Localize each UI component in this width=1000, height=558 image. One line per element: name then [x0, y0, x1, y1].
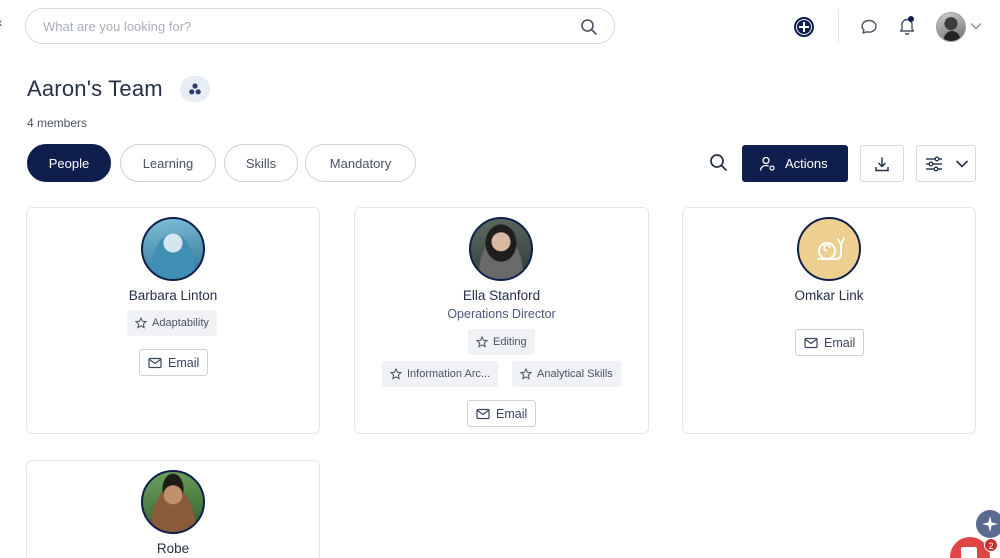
- avatar-placeholder: [797, 217, 861, 281]
- skill-chip: Analytical Skills: [512, 361, 621, 387]
- team-icon-badge: [180, 76, 210, 102]
- person-name: Omkar Link: [794, 288, 864, 303]
- chat-widget-icon: [961, 547, 977, 558]
- ai-assistant-button[interactable]: [976, 510, 1000, 538]
- snail-icon: [817, 237, 845, 260]
- global-search[interactable]: [25, 8, 615, 44]
- person-name: Robe: [156, 541, 190, 556]
- avatar: [141, 470, 205, 534]
- sliders-icon: [926, 156, 942, 172]
- edge-chevron-icon: ‹: [0, 14, 3, 30]
- download-button[interactable]: [860, 145, 904, 182]
- person-card[interactable]: Barbara Linton Adaptability Email: [26, 207, 320, 434]
- user-avatar[interactable]: [936, 12, 966, 42]
- search-icon[interactable]: [580, 18, 598, 36]
- person-card[interactable]: Ella Stanford Operations Director Editin…: [354, 207, 649, 434]
- email-label: Email: [168, 355, 200, 370]
- skill-label: Editing: [493, 336, 527, 348]
- star-icon: [476, 336, 488, 348]
- tab-mandatory[interactable]: Mandatory: [305, 144, 416, 182]
- chat-icon[interactable]: [860, 18, 878, 36]
- skill-chip: Adaptability: [127, 310, 217, 336]
- email-label: Email: [496, 406, 528, 421]
- skill-label: Information Arc...: [407, 368, 491, 380]
- skill-label: Adaptability: [152, 317, 209, 329]
- star-icon: [135, 317, 147, 329]
- skill-label: Analytical Skills: [537, 368, 613, 380]
- email-button[interactable]: Email: [467, 400, 537, 427]
- email-button[interactable]: Email: [795, 329, 865, 356]
- mail-icon: [804, 337, 818, 348]
- tab-skills[interactable]: Skills: [224, 144, 298, 182]
- person-card[interactable]: Omkar Link Email: [682, 207, 976, 434]
- star-icon: [390, 368, 402, 380]
- actions-button[interactable]: Actions: [742, 145, 848, 182]
- chevron-down-icon: [955, 160, 969, 168]
- tab-people[interactable]: People: [27, 144, 111, 182]
- person-role: Operations Director: [447, 307, 556, 321]
- email-button[interactable]: Email: [139, 349, 209, 376]
- toolbar-divider: [838, 10, 839, 42]
- email-label: Email: [824, 335, 856, 350]
- person-card[interactable]: Robe: [26, 460, 320, 558]
- star-icon: [520, 368, 532, 380]
- avatar: [141, 217, 205, 281]
- chat-count-badge: 2: [984, 538, 998, 552]
- filter-dropdown[interactable]: [916, 145, 976, 182]
- actions-label: Actions: [785, 156, 828, 171]
- page-title: Aaron's Team: [27, 76, 163, 101]
- mail-icon: [148, 357, 162, 368]
- person-name: Ella Stanford: [462, 288, 541, 303]
- mail-icon: [476, 408, 490, 419]
- user-settings-icon: [759, 156, 775, 171]
- sparkle-icon: [982, 516, 998, 532]
- search-input[interactable]: [43, 9, 563, 43]
- tab-learning[interactable]: Learning: [120, 144, 216, 182]
- skill-chip: Information Arc...: [382, 361, 499, 387]
- download-icon: [875, 157, 889, 171]
- notification-dot: [908, 16, 914, 22]
- search-icon[interactable]: [709, 153, 728, 172]
- team-icon: [189, 83, 201, 95]
- skill-chip: Editing: [468, 329, 535, 355]
- chevron-down-icon[interactable]: [970, 22, 982, 30]
- avatar: [469, 217, 533, 281]
- member-count: 4 members: [27, 116, 88, 130]
- person-name: Barbara Linton: [128, 288, 218, 303]
- create-plus-icon[interactable]: [794, 17, 814, 37]
